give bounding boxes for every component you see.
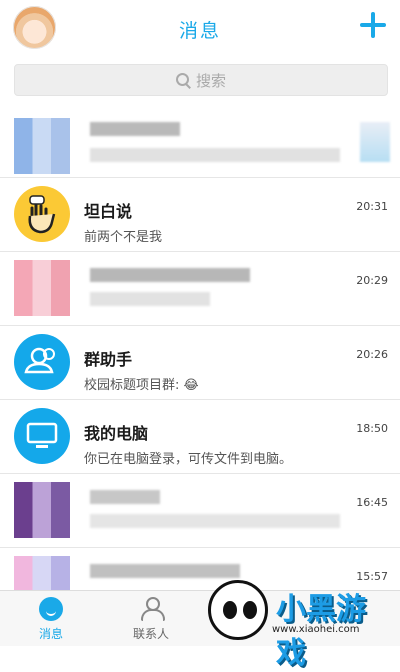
blurred-message [90, 148, 340, 162]
conversation-row[interactable]: 群助手 校园标题项目群: 😂 20:26 [0, 326, 400, 400]
conversation-message: 前两个不是我 [84, 230, 163, 245]
search-input[interactable]: 搜索 [14, 64, 388, 96]
top-bar: 消息 [0, 0, 400, 58]
blurred-message [90, 292, 210, 306]
blurred-name [90, 564, 240, 578]
conversation-message: 校园标题项目群: 😂 [84, 378, 199, 393]
conversation-list: 坦白说 前两个不是我 20:31 20:29 群助手 校园标题项目群: 😂 20… [0, 104, 400, 622]
conversation-time: 20:26 [356, 348, 388, 361]
avatar [14, 334, 70, 390]
tab-label: 消息 [38, 627, 63, 641]
watermark-url: www.xiaohei.com [272, 624, 360, 635]
conversation-row[interactable]: 我的电脑 你已在电脑登录，可传文件到电脑。 18:50 [0, 400, 400, 474]
conversation-time: 18:50 [356, 422, 388, 435]
tab-label: 联系人 [132, 627, 169, 641]
tab-contacts[interactable]: 联系人 [111, 597, 191, 642]
blurred-message [90, 514, 340, 528]
hand-icon [28, 195, 56, 234]
group-icon [24, 347, 55, 374]
avatar [14, 408, 70, 464]
search-bar: 搜索 [0, 58, 400, 110]
blurred-name [90, 490, 160, 504]
search-icon [175, 73, 190, 87]
blurred-time [360, 122, 390, 162]
conversation-time: 20:31 [356, 200, 388, 213]
avatar [14, 482, 70, 538]
conversation-row[interactable]: 坦白说 前两个不是我 20:31 [0, 178, 400, 252]
watermark: 小黑游戏 www.xiaohei.com [204, 578, 394, 671]
conversation-name: 群助手 [84, 350, 133, 369]
conversation-time: 20:29 [356, 274, 388, 287]
conversation-message: 你已在电脑登录，可传文件到电脑。 [84, 452, 293, 467]
page-title: 消息 [178, 20, 221, 42]
message-icon [39, 597, 63, 621]
conversation-time: 16:45 [356, 496, 388, 509]
conversation-name: 坦白说 [84, 202, 133, 221]
tab-messages[interactable]: 消息 [11, 597, 91, 642]
avatar [14, 118, 70, 174]
panda-logo-icon [208, 580, 268, 640]
contacts-icon [139, 597, 165, 621]
blurred-name [90, 122, 180, 136]
search-placeholder: 搜索 [195, 71, 226, 90]
add-icon[interactable] [360, 12, 386, 38]
conversation-name: 我的电脑 [84, 424, 149, 443]
avatar [14, 186, 70, 242]
avatar [14, 260, 70, 316]
conversation-row[interactable] [0, 104, 400, 178]
blurred-name [90, 268, 250, 282]
conversation-row[interactable]: 16:45 [0, 474, 400, 548]
conversation-row[interactable]: 20:29 [0, 252, 400, 326]
computer-icon [26, 422, 58, 448]
